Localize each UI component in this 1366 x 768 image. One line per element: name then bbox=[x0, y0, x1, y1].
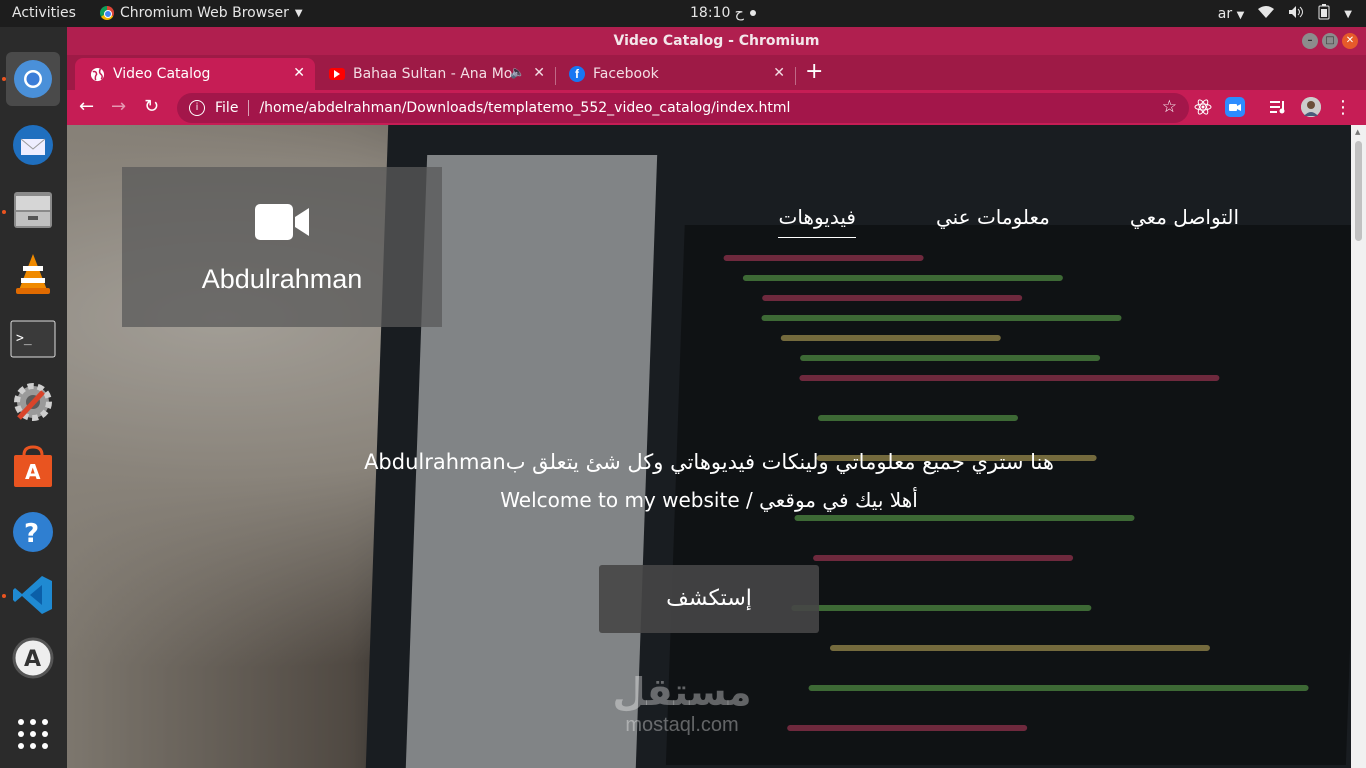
app-menu-label: Chromium Web Browser bbox=[120, 5, 289, 21]
gear-icon bbox=[14, 383, 52, 421]
svg-text:A: A bbox=[25, 460, 41, 484]
language-label: ar bbox=[1217, 6, 1233, 22]
nav-videos[interactable]: فيديوهات bbox=[778, 205, 856, 238]
tab-label: Video Catalog bbox=[113, 66, 211, 82]
thunderbird-icon bbox=[13, 125, 53, 165]
profile-avatar[interactable] bbox=[1301, 97, 1321, 117]
svg-text:?: ? bbox=[24, 519, 39, 549]
brand-name: Abdulrahman bbox=[201, 264, 363, 294]
dock-show-apps[interactable] bbox=[6, 707, 60, 761]
dock-chromium[interactable] bbox=[6, 52, 60, 106]
tab-close-icon[interactable]: ✕ bbox=[293, 65, 305, 81]
youtube-icon bbox=[329, 68, 345, 80]
tab-facebook[interactable]: f Facebook ✕ bbox=[555, 58, 795, 90]
battery-icon[interactable] bbox=[1318, 4, 1330, 24]
dock-software[interactable]: A bbox=[6, 440, 60, 494]
minimize-icon[interactable]: – bbox=[1302, 33, 1318, 49]
tab-close-icon[interactable]: ✕ bbox=[773, 65, 785, 81]
software-updater-icon: A bbox=[12, 637, 54, 679]
dock-vscode[interactable] bbox=[6, 568, 60, 622]
language-indicator[interactable]: ar ▼ bbox=[1218, 6, 1245, 22]
system-top-bar: Activities Chromium Web Browser ▼ ح 18:1… bbox=[0, 0, 1366, 27]
tab-close-icon[interactable]: ✕ bbox=[533, 65, 545, 81]
hero-text: هنا ستري جميع معلوماتي ولينكات فيديوهاتي… bbox=[67, 443, 1351, 519]
network-icon[interactable] bbox=[1258, 5, 1275, 23]
window-titlebar[interactable]: Video Catalog - Chromium – □ ✕ bbox=[67, 27, 1366, 55]
brand-box[interactable]: Abdulrahman bbox=[122, 167, 442, 327]
dock-settings[interactable] bbox=[6, 375, 60, 429]
tab-youtube[interactable]: Bahaa Sultan - Ana Mo 🔈 ✕ bbox=[315, 58, 555, 90]
system-menu-chevron-icon[interactable]: ▼ bbox=[1344, 9, 1352, 20]
nav-about[interactable]: معلومات عني bbox=[936, 205, 1050, 238]
maximize-icon[interactable]: □ bbox=[1322, 33, 1338, 49]
notification-dot bbox=[749, 10, 756, 16]
main-nav: التواصل معي معلومات عني فيديوهات bbox=[778, 205, 1239, 238]
divider bbox=[248, 100, 250, 116]
app-menu[interactable]: Chromium Web Browser ▼ bbox=[100, 5, 303, 21]
svg-text:A: A bbox=[24, 647, 41, 672]
page-scrollbar[interactable]: ▲ bbox=[1351, 125, 1366, 768]
new-tab-button[interactable]: + bbox=[805, 59, 823, 84]
chromium-icon bbox=[100, 6, 114, 20]
dock-files[interactable] bbox=[6, 183, 60, 237]
close-window-icon[interactable]: ✕ bbox=[1342, 33, 1358, 49]
video-camera-icon bbox=[255, 204, 309, 240]
explore-button[interactable]: إستكشف bbox=[599, 565, 819, 633]
bookmark-star-icon[interactable]: ☆ bbox=[1162, 97, 1177, 117]
hero-line-1: هنا ستري جميع معلوماتي ولينكات فيديوهاتي… bbox=[364, 450, 1054, 474]
url-scheme-label: File bbox=[215, 100, 239, 116]
running-indicator bbox=[2, 594, 6, 598]
vlc-icon bbox=[16, 254, 50, 294]
app-grid-icon bbox=[18, 719, 48, 749]
files-icon bbox=[14, 192, 52, 228]
watermark: مستقل mostaql.com bbox=[587, 670, 777, 737]
globe-icon bbox=[89, 66, 105, 82]
react-devtools-icon[interactable] bbox=[1193, 97, 1213, 117]
terminal-icon: >_ bbox=[10, 320, 56, 358]
chromium-icon bbox=[14, 60, 52, 98]
web-page: Abdulrahman التواصل معي معلومات عني فيدي… bbox=[67, 125, 1351, 768]
scroll-up-arrow-icon[interactable]: ▲ bbox=[1355, 128, 1360, 136]
tab-video-catalog[interactable]: Video Catalog ✕ bbox=[75, 58, 315, 90]
info-icon[interactable]: i bbox=[189, 100, 205, 116]
running-indicator bbox=[2, 210, 6, 214]
clock[interactable]: ح 18:10 bbox=[690, 5, 756, 21]
help-icon: ? bbox=[13, 512, 53, 552]
hero-line-2: أهلا بيك في موقعي / Welcome to my websit… bbox=[500, 488, 918, 512]
dock-terminal[interactable]: >_ bbox=[6, 312, 60, 366]
dock: >_ A ? A bbox=[0, 27, 67, 768]
running-indicator bbox=[2, 77, 6, 81]
back-arrow-icon[interactable]: ← bbox=[79, 96, 94, 117]
tab-separator bbox=[795, 67, 796, 85]
dock-thunderbird[interactable] bbox=[6, 118, 60, 172]
tab-label: Facebook bbox=[593, 66, 659, 82]
vscode-icon bbox=[13, 576, 52, 614]
volume-icon[interactable] bbox=[1288, 5, 1304, 23]
activities-button[interactable]: Activities bbox=[12, 5, 76, 21]
watermark-latin: mostaql.com bbox=[625, 714, 739, 736]
scrollbar-thumb[interactable] bbox=[1355, 141, 1362, 241]
address-bar[interactable]: i File /home/abdelrahman/Downloads/templ… bbox=[177, 93, 1189, 123]
browser-toolbar: ← → ↻ i File /home/abdelrahman/Downloads… bbox=[67, 90, 1366, 125]
dock-vlc[interactable] bbox=[6, 247, 60, 301]
dock-help[interactable]: ? bbox=[6, 505, 60, 559]
nav-contact[interactable]: التواصل معي bbox=[1130, 205, 1239, 238]
audio-playing-icon[interactable]: 🔈 bbox=[510, 65, 525, 79]
menu-dots-icon[interactable]: ⋮ bbox=[1333, 97, 1353, 118]
clock-label: ح 18:10 bbox=[690, 5, 744, 21]
tab-strip: Video Catalog ✕ Bahaa Sultan - Ana Mo 🔈 … bbox=[67, 55, 1366, 90]
facebook-icon: f bbox=[569, 66, 585, 82]
forward-arrow-icon[interactable]: → bbox=[111, 96, 126, 117]
chevron-down-icon: ▼ bbox=[294, 7, 303, 19]
window-title: Video Catalog - Chromium bbox=[613, 33, 820, 49]
watermark-arabic: مستقل bbox=[612, 670, 752, 714]
media-controls-icon[interactable] bbox=[1269, 97, 1289, 117]
url-text[interactable]: /home/abdelrahman/Downloads/templatemo_5… bbox=[259, 100, 790, 116]
tab-label: Bahaa Sultan - Ana Mo bbox=[353, 66, 513, 82]
zoom-extension-icon[interactable] bbox=[1225, 97, 1245, 117]
dock-updater[interactable]: A bbox=[6, 631, 60, 685]
software-center-icon: A bbox=[14, 445, 52, 487]
svg-text:>_: >_ bbox=[16, 331, 32, 346]
reload-icon[interactable]: ↻ bbox=[144, 96, 159, 117]
